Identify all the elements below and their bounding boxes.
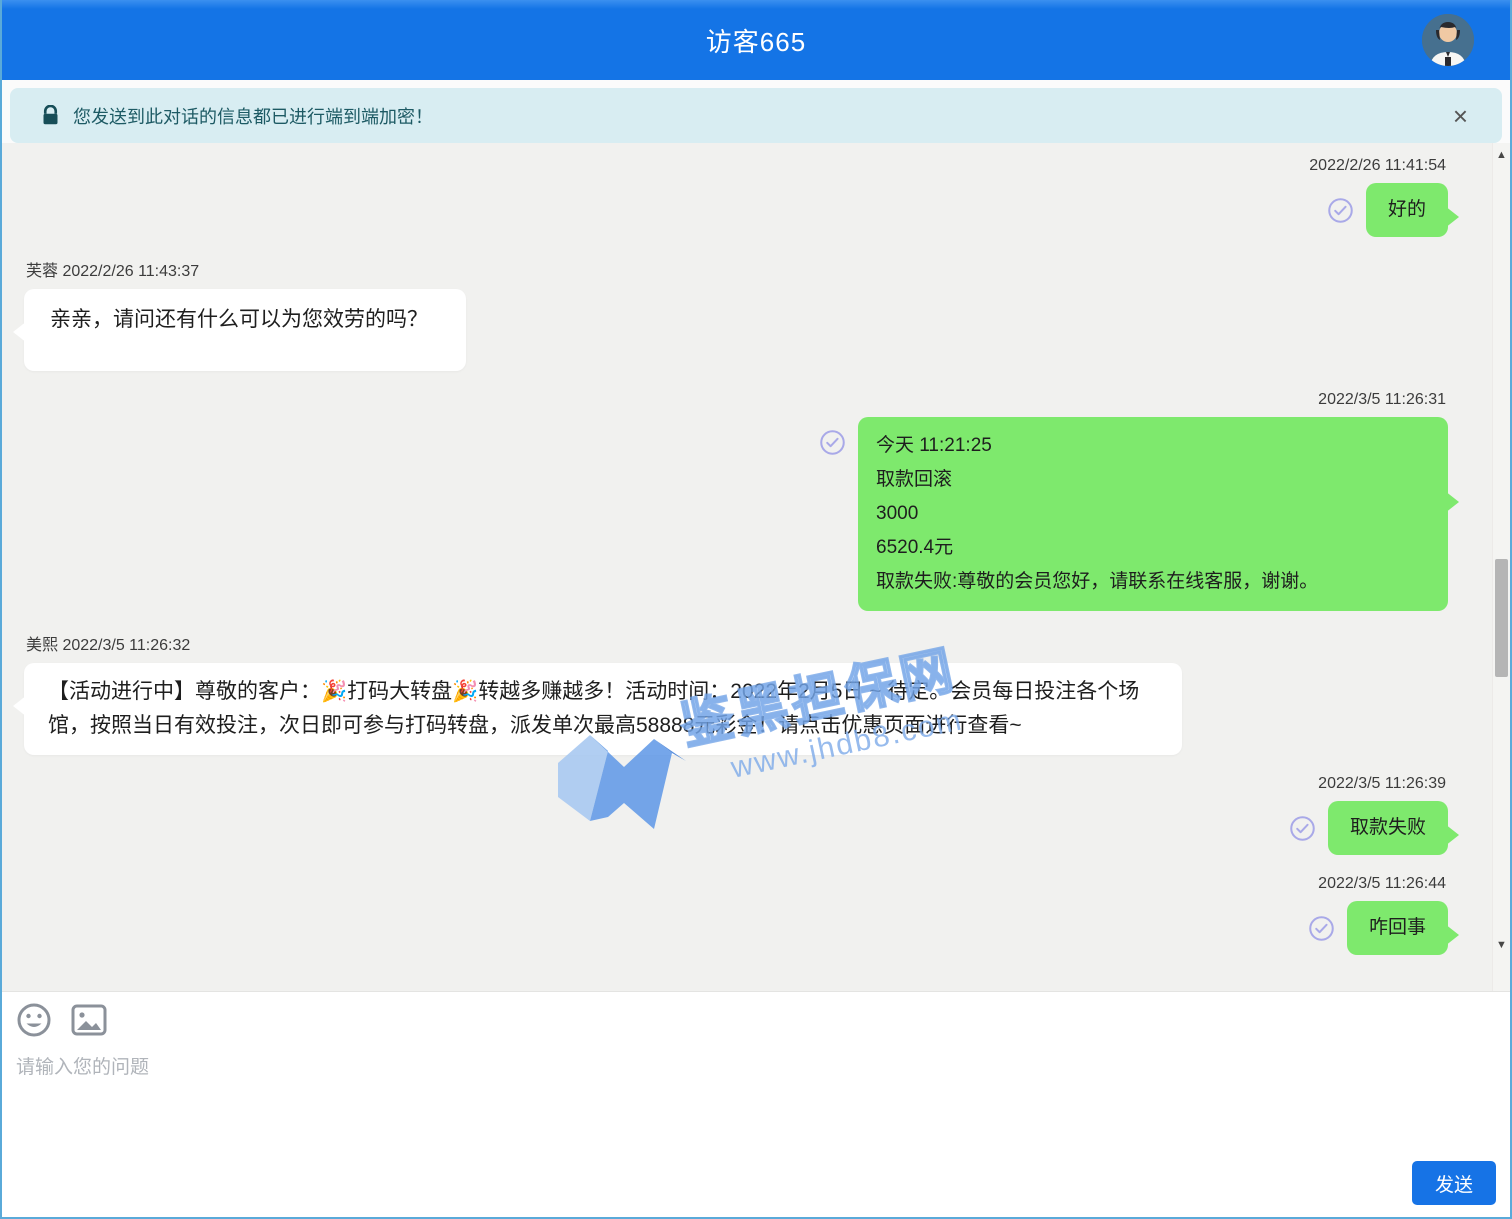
emoji-icon[interactable]: [16, 1002, 52, 1038]
delivered-check-icon: [1289, 815, 1316, 842]
bubble-line: 好的: [1388, 193, 1426, 227]
lock-icon: [40, 105, 61, 126]
message-timestamp: 2022/3/5 11:26:44: [24, 875, 1446, 893]
bubble-line: 3000: [876, 497, 1430, 531]
delivered-check: [1289, 815, 1316, 842]
scrollbar[interactable]: ▲ ▼: [1492, 143, 1510, 991]
message-outgoing: 好的: [24, 183, 1448, 237]
composer: 发送: [2, 991, 1510, 1217]
bubble-line: 亲亲，请问还有什么可以为您效劳的吗？: [50, 303, 440, 337]
message-incoming: 【活动进行中】尊敬的客户：🎉打码大转盘🎉转越多赚越多！活动时间：2022年2月5…: [24, 663, 1448, 755]
delivered-check-icon: [1308, 915, 1335, 942]
message-list: 2022/2/26 11:41:54 好的芙蓉 2022/2/26 11:43:3…: [2, 143, 1492, 991]
bubble-line: 取款失败: [1350, 811, 1426, 845]
message-outgoing: 取款失败: [24, 801, 1448, 855]
page-title: 访客665: [706, 22, 806, 59]
message-outgoing: 今天 11:21:25取款回滚30006520.4元取款失败:尊敬的会员您好，请…: [24, 417, 1448, 611]
send-button[interactable]: 发送: [1412, 1161, 1496, 1205]
bubble-line: 取款失败:尊敬的会员您好，请联系在线客服，谢谢。: [876, 565, 1430, 599]
delivered-check: [819, 429, 846, 456]
delivered-check-icon: [819, 429, 846, 456]
scrollbar-up-icon[interactable]: ▲: [1493, 149, 1510, 161]
chat-window: 访客665 您发送到此对话的信息都已进行端到端加密！ × 2022/2/26 1…: [0, 0, 1512, 1219]
message-input[interactable]: [16, 1052, 1055, 1172]
chat-bubble-incoming: 亲亲，请问还有什么可以为您效劳的吗？: [24, 289, 466, 371]
bubble-line: 今天 11:21:25: [876, 429, 1430, 463]
chat-bubble-outgoing: 咋回事: [1347, 901, 1448, 955]
chat-bubble-incoming: 【活动进行中】尊敬的客户：🎉打码大转盘🎉转越多赚越多！活动时间：2022年2月5…: [24, 663, 1182, 755]
security-message: 您发送到此对话的信息都已进行端到端加密！: [73, 103, 433, 129]
security-bar-wrap: 您发送到此对话的信息都已进行端到端加密！ ×: [2, 80, 1510, 143]
bubble-line: 取款回滚: [876, 463, 1430, 497]
delivered-check: [1308, 915, 1335, 942]
image-upload-icon[interactable]: [70, 1002, 108, 1038]
bubble-line: 【活动进行中】尊敬的客户：🎉打码大转盘🎉转越多赚越多！活动时间：2022年2月5…: [48, 675, 1158, 743]
chat-bubble-outgoing: 好的: [1366, 183, 1448, 237]
delivered-check-icon: [1327, 197, 1354, 224]
security-bar: 您发送到此对话的信息都已进行端到端加密！ ×: [10, 88, 1502, 143]
agent-avatar[interactable]: [1422, 14, 1474, 66]
scrollbar-thumb[interactable]: [1495, 559, 1508, 678]
delivered-check: [1327, 197, 1354, 224]
chat-bubble-outgoing: 今天 11:21:25取款回滚30006520.4元取款失败:尊敬的会员您好，请…: [858, 417, 1448, 611]
bubble-line: 咋回事: [1369, 911, 1426, 945]
message-timestamp: 2022/2/26 11:41:54: [24, 157, 1446, 175]
sender-label: 美熙 2022/3/5 11:26:32: [26, 631, 1448, 655]
message-timestamp: 2022/3/5 11:26:31: [24, 391, 1446, 409]
message-incoming: 亲亲，请问还有什么可以为您效劳的吗？: [24, 289, 1448, 371]
agent-avatar-icon: [1422, 14, 1474, 66]
header-bar: 访客665: [2, 0, 1510, 80]
close-icon[interactable]: ×: [1453, 103, 1468, 129]
composer-toolbar: [16, 1002, 1498, 1038]
chat-bubble-outgoing: 取款失败: [1328, 801, 1448, 855]
scrollbar-down-icon[interactable]: ▼: [1493, 939, 1510, 951]
message-timestamp: 2022/3/5 11:26:39: [24, 775, 1446, 793]
message-outgoing: 咋回事: [24, 901, 1448, 955]
bubble-line: 6520.4元: [876, 531, 1430, 565]
chat-area: 2022/2/26 11:41:54 好的芙蓉 2022/2/26 11:43:3…: [2, 143, 1510, 991]
sender-label: 芙蓉 2022/2/26 11:43:37: [26, 257, 1448, 281]
